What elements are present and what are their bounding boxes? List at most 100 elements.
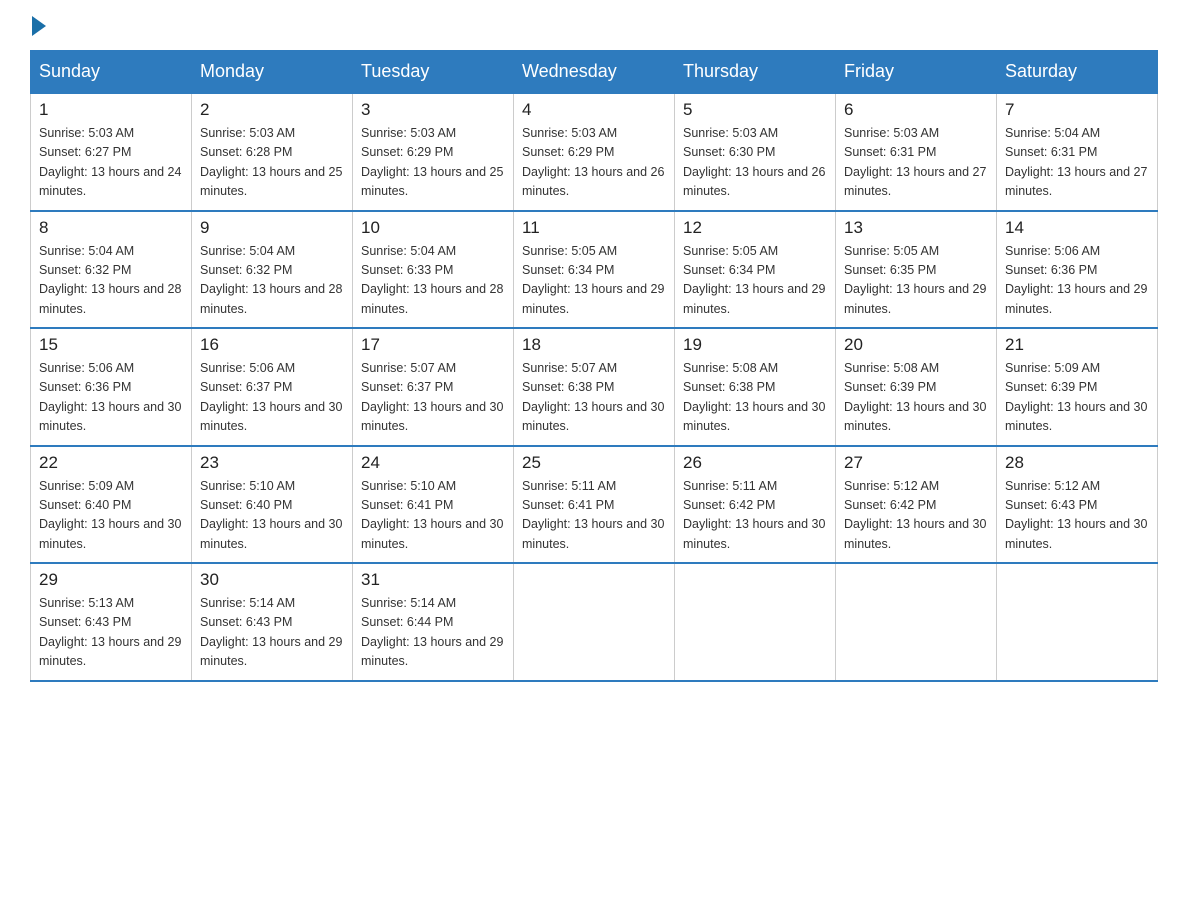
- calendar-table: SundayMondayTuesdayWednesdayThursdayFrid…: [30, 50, 1158, 682]
- calendar-cell: 27 Sunrise: 5:12 AMSunset: 6:42 PMDayligh…: [836, 446, 997, 564]
- day-number: 21: [1005, 335, 1149, 355]
- day-info: Sunrise: 5:12 AMSunset: 6:42 PMDaylight:…: [844, 477, 988, 555]
- calendar-cell: 26Sunrise: 5:11 AMSunset: 6:42 PMDayligh…: [675, 446, 836, 564]
- day-info: Sunrise: 5:08 AMSunset: 6:39 PMDaylight:…: [844, 359, 988, 437]
- day-number: 31: [361, 570, 505, 590]
- day-number: 16: [200, 335, 344, 355]
- logo: [30, 20, 48, 40]
- calendar-row-1: 1 Sunrise: 5:03 AMSunset: 6:27 PMDaylight…: [31, 93, 1158, 211]
- day-number: 6: [844, 100, 988, 120]
- day-info: Sunrise: 5:03 AMSunset: 6:29 PMDaylight:…: [361, 124, 505, 202]
- calendar-body: 1 Sunrise: 5:03 AMSunset: 6:27 PMDaylight…: [31, 93, 1158, 681]
- day-number: 14: [1005, 218, 1149, 238]
- day-info: Sunrise: 5:14 AMSunset: 6:43 PMDaylight:…: [200, 594, 344, 672]
- day-info: Sunrise: 5:03 AMSunset: 6:27 PMDaylight:…: [39, 124, 183, 202]
- calendar-cell: [514, 563, 675, 681]
- calendar-cell: 24 Sunrise: 5:10 AMSunset: 6:41 PMDayligh…: [353, 446, 514, 564]
- day-number: 9: [200, 218, 344, 238]
- calendar-cell: 21 Sunrise: 5:09 AMSunset: 6:39 PMDayligh…: [997, 328, 1158, 446]
- calendar-cell: 3 Sunrise: 5:03 AMSunset: 6:29 PMDaylight…: [353, 93, 514, 211]
- day-info: Sunrise: 5:06 AMSunset: 6:36 PMDaylight:…: [1005, 242, 1149, 320]
- day-info: Sunrise: 5:14 AMSunset: 6:44 PMDaylight:…: [361, 594, 505, 672]
- day-info: Sunrise: 5:03 AMSunset: 6:28 PMDaylight:…: [200, 124, 344, 202]
- day-number: 26: [683, 453, 827, 473]
- day-number: 3: [361, 100, 505, 120]
- calendar-cell: 13Sunrise: 5:05 AMSunset: 6:35 PMDayligh…: [836, 211, 997, 329]
- calendar-cell: 18 Sunrise: 5:07 AMSunset: 6:38 PMDayligh…: [514, 328, 675, 446]
- day-number: 22: [39, 453, 183, 473]
- day-number: 30: [200, 570, 344, 590]
- calendar-cell: 12 Sunrise: 5:05 AMSunset: 6:34 PMDayligh…: [675, 211, 836, 329]
- day-info: Sunrise: 5:10 AMSunset: 6:41 PMDaylight:…: [361, 477, 505, 555]
- calendar-cell: 30 Sunrise: 5:14 AMSunset: 6:43 PMDayligh…: [192, 563, 353, 681]
- calendar-cell: 25 Sunrise: 5:11 AMSunset: 6:41 PMDayligh…: [514, 446, 675, 564]
- day-number: 15: [39, 335, 183, 355]
- day-number: 25: [522, 453, 666, 473]
- day-info: Sunrise: 5:10 AMSunset: 6:40 PMDaylight:…: [200, 477, 344, 555]
- day-number: 2: [200, 100, 344, 120]
- calendar-cell: 22 Sunrise: 5:09 AMSunset: 6:40 PMDayligh…: [31, 446, 192, 564]
- calendar-cell: 8 Sunrise: 5:04 AMSunset: 6:32 PMDaylight…: [31, 211, 192, 329]
- day-number: 18: [522, 335, 666, 355]
- day-info: Sunrise: 5:12 AMSunset: 6:43 PMDaylight:…: [1005, 477, 1149, 555]
- day-info: Sunrise: 5:03 AMSunset: 6:29 PMDaylight:…: [522, 124, 666, 202]
- calendar-row-4: 22 Sunrise: 5:09 AMSunset: 6:40 PMDayligh…: [31, 446, 1158, 564]
- day-number: 24: [361, 453, 505, 473]
- day-number: 10: [361, 218, 505, 238]
- calendar-cell: 4Sunrise: 5:03 AMSunset: 6:29 PMDaylight…: [514, 93, 675, 211]
- header-cell-monday: Monday: [192, 51, 353, 94]
- day-info: Sunrise: 5:07 AMSunset: 6:38 PMDaylight:…: [522, 359, 666, 437]
- header-cell-thursday: Thursday: [675, 51, 836, 94]
- calendar-cell: 14 Sunrise: 5:06 AMSunset: 6:36 PMDayligh…: [997, 211, 1158, 329]
- calendar-cell: 29 Sunrise: 5:13 AMSunset: 6:43 PMDayligh…: [31, 563, 192, 681]
- calendar-cell: [836, 563, 997, 681]
- calendar-cell: 11Sunrise: 5:05 AMSunset: 6:34 PMDayligh…: [514, 211, 675, 329]
- day-number: 1: [39, 100, 183, 120]
- day-number: 8: [39, 218, 183, 238]
- header-cell-wednesday: Wednesday: [514, 51, 675, 94]
- day-number: 17: [361, 335, 505, 355]
- calendar-row-2: 8 Sunrise: 5:04 AMSunset: 6:32 PMDaylight…: [31, 211, 1158, 329]
- day-number: 12: [683, 218, 827, 238]
- day-info: Sunrise: 5:09 AMSunset: 6:39 PMDaylight:…: [1005, 359, 1149, 437]
- day-number: 7: [1005, 100, 1149, 120]
- day-info: Sunrise: 5:06 AMSunset: 6:37 PMDaylight:…: [200, 359, 344, 437]
- calendar-cell: 23 Sunrise: 5:10 AMSunset: 6:40 PMDayligh…: [192, 446, 353, 564]
- calendar-cell: 5 Sunrise: 5:03 AMSunset: 6:30 PMDaylight…: [675, 93, 836, 211]
- day-info: Sunrise: 5:06 AMSunset: 6:36 PMDaylight:…: [39, 359, 183, 437]
- day-info: Sunrise: 5:05 AMSunset: 6:34 PMDaylight:…: [683, 242, 827, 320]
- day-info: Sunrise: 5:04 AMSunset: 6:33 PMDaylight:…: [361, 242, 505, 320]
- day-number: 23: [200, 453, 344, 473]
- calendar-cell: 2 Sunrise: 5:03 AMSunset: 6:28 PMDaylight…: [192, 93, 353, 211]
- day-info: Sunrise: 5:03 AMSunset: 6:30 PMDaylight:…: [683, 124, 827, 202]
- header-cell-tuesday: Tuesday: [353, 51, 514, 94]
- calendar-row-5: 29 Sunrise: 5:13 AMSunset: 6:43 PMDayligh…: [31, 563, 1158, 681]
- day-info: Sunrise: 5:04 AMSunset: 6:32 PMDaylight:…: [200, 242, 344, 320]
- logo-triangle-icon: [32, 16, 46, 36]
- day-info: Sunrise: 5:09 AMSunset: 6:40 PMDaylight:…: [39, 477, 183, 555]
- day-number: 29: [39, 570, 183, 590]
- header-cell-saturday: Saturday: [997, 51, 1158, 94]
- calendar-cell: 28Sunrise: 5:12 AMSunset: 6:43 PMDayligh…: [997, 446, 1158, 564]
- day-info: Sunrise: 5:04 AMSunset: 6:32 PMDaylight:…: [39, 242, 183, 320]
- day-number: 5: [683, 100, 827, 120]
- day-info: Sunrise: 5:08 AMSunset: 6:38 PMDaylight:…: [683, 359, 827, 437]
- calendar-cell: 7Sunrise: 5:04 AMSunset: 6:31 PMDaylight…: [997, 93, 1158, 211]
- day-info: Sunrise: 5:11 AMSunset: 6:41 PMDaylight:…: [522, 477, 666, 555]
- calendar-header: SundayMondayTuesdayWednesdayThursdayFrid…: [31, 51, 1158, 94]
- calendar-cell: 20Sunrise: 5:08 AMSunset: 6:39 PMDayligh…: [836, 328, 997, 446]
- calendar-cell: 31 Sunrise: 5:14 AMSunset: 6:44 PMDayligh…: [353, 563, 514, 681]
- calendar-cell: [675, 563, 836, 681]
- calendar-row-3: 15 Sunrise: 5:06 AMSunset: 6:36 PMDayligh…: [31, 328, 1158, 446]
- calendar-cell: 16 Sunrise: 5:06 AMSunset: 6:37 PMDayligh…: [192, 328, 353, 446]
- day-info: Sunrise: 5:03 AMSunset: 6:31 PMDaylight:…: [844, 124, 988, 202]
- day-number: 27: [844, 453, 988, 473]
- day-info: Sunrise: 5:13 AMSunset: 6:43 PMDaylight:…: [39, 594, 183, 672]
- calendar-cell: 17Sunrise: 5:07 AMSunset: 6:37 PMDayligh…: [353, 328, 514, 446]
- header-row: SundayMondayTuesdayWednesdayThursdayFrid…: [31, 51, 1158, 94]
- page-header: [30, 20, 1158, 40]
- calendar-cell: 6 Sunrise: 5:03 AMSunset: 6:31 PMDaylight…: [836, 93, 997, 211]
- logo-line1: [30, 20, 48, 40]
- calendar-cell: 1 Sunrise: 5:03 AMSunset: 6:27 PMDaylight…: [31, 93, 192, 211]
- day-info: Sunrise: 5:05 AMSunset: 6:34 PMDaylight:…: [522, 242, 666, 320]
